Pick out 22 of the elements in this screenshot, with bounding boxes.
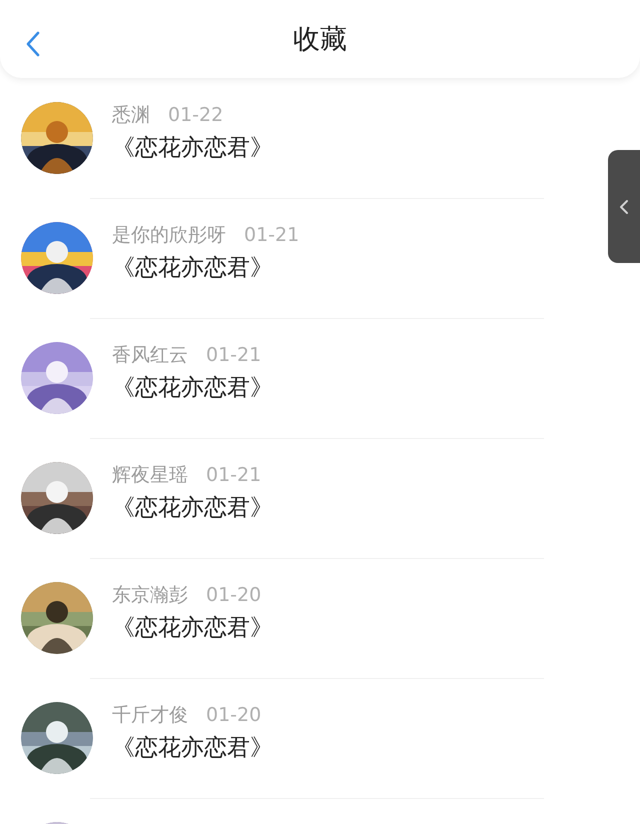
author-name: 悉渊 (112, 103, 150, 128)
date: 01-21 (244, 224, 300, 246)
side-drawer-tab[interactable] (608, 150, 640, 263)
author-name: 东京瀚彭 (112, 583, 188, 608)
date: 01-22 (168, 104, 224, 126)
book-title: 《恋花亦恋君》 (112, 494, 273, 523)
author-name: 辉夜星瑶 (112, 463, 188, 488)
back-icon[interactable] (26, 31, 40, 57)
book-title: 《恋花亦恋君》 (112, 734, 273, 763)
author-name: 香风红云 (112, 343, 188, 368)
book-title: 《恋花亦恋君》 (112, 254, 274, 283)
book-title: 《恋花亦恋君》 (112, 614, 273, 643)
date: 01-21 (206, 464, 262, 486)
date: 01-20 (206, 584, 262, 606)
book-title: 《恋花亦恋君》 (112, 134, 273, 163)
chevron-left-icon (619, 198, 629, 214)
author-name: 千斤才俊 (112, 703, 188, 728)
date: 01-21 (206, 344, 262, 366)
date: 01-20 (206, 704, 262, 726)
book-title: 《恋花亦恋君》 (112, 374, 273, 403)
author-name: 是你的欣彤呀 (112, 223, 226, 248)
page-title: 收藏 (293, 23, 347, 57)
